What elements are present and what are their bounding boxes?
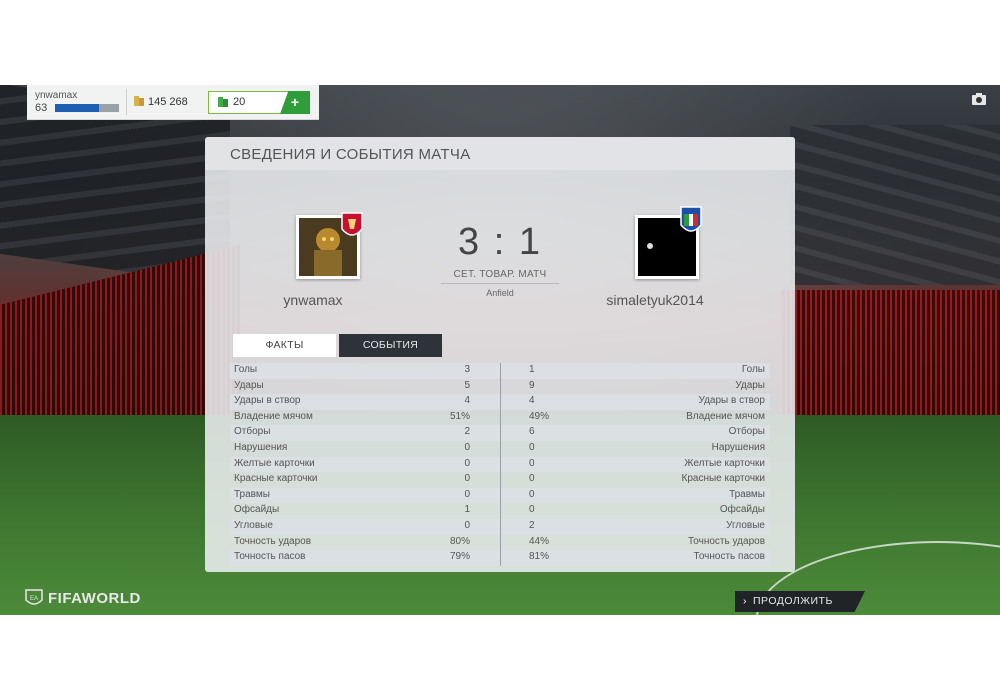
stadium-name: Anfield: [486, 288, 514, 298]
stat-label-home: Голы: [234, 364, 258, 375]
stat-label-home: Нарушения: [234, 441, 288, 453]
stat-value-home: 5: [464, 379, 470, 391]
crowd-right: [780, 290, 1000, 420]
fifa-world-logo: EA FIFAWORLD: [25, 587, 141, 609]
stat-label-away: Точность пасов: [693, 551, 766, 563]
stat-value-home: 0: [464, 473, 470, 485]
stat-value-away: 9: [529, 379, 535, 391]
top-hud: ynwamax 63 145 268 20 +: [27, 85, 319, 120]
match-type: СЕТ. ТОВАР. МАТЧ: [453, 269, 547, 280]
stat-label-away: Отборы: [728, 426, 765, 438]
stat-value-home: 1: [464, 504, 470, 516]
stat-label-home: Отборы: [234, 426, 271, 438]
panel-header: СВЕДЕНИЯ И СОБЫТИЯ МАТЧА: [205, 137, 795, 170]
stat-value-away: 6: [529, 426, 535, 438]
chevron-right-icon: ›: [743, 595, 747, 607]
stat-label-home: Офсайды: [234, 504, 280, 516]
tab-events[interactable]: СОБЫТИЯ: [339, 334, 442, 357]
stat-label-home: Угловые: [234, 519, 273, 531]
away-team-name: simaletyuk2014: [606, 292, 704, 308]
tab-facts[interactable]: ФАКТЫ: [233, 334, 336, 357]
stat-label-away: Офсайды: [719, 504, 765, 516]
stat-label-home: Травмы: [234, 488, 270, 500]
stat-value-away: 0: [529, 441, 535, 453]
ea-shield-icon: EA: [25, 589, 43, 605]
level: 63: [35, 102, 48, 114]
continue-button[interactable]: › ПРОДОЛЖИТЬ: [735, 591, 865, 612]
stat-value-home: 79%: [449, 551, 470, 563]
stat-value-away: 1: [529, 364, 535, 375]
stat-value-away: 0: [529, 504, 535, 516]
xp-bar: [55, 104, 119, 112]
stat-label-away: Травмы: [729, 488, 765, 500]
stat-value-home: 2: [464, 426, 470, 438]
stat-value-home: 3: [464, 364, 470, 375]
stat-label-away: Удары: [735, 379, 765, 391]
stat-value-away: 81%: [529, 551, 550, 563]
stat-label-home: Владение мячом: [234, 410, 313, 422]
stat-value-away: 4: [529, 395, 535, 407]
points-icon: [218, 97, 228, 107]
username: ynwamax: [35, 90, 78, 101]
camera-icon[interactable]: [972, 93, 986, 105]
divider: [126, 89, 127, 115]
stat-value-away: 2: [529, 519, 535, 531]
stat-value-away: 0: [529, 473, 535, 485]
liverpool-crest-icon: [341, 212, 363, 236]
stat-value-home: 0: [464, 488, 470, 500]
svg-text:EA: EA: [30, 596, 38, 602]
stat-label-away: Удары в створ: [698, 395, 766, 407]
stat-value-home: 51%: [449, 410, 470, 422]
stat-value-home: 0: [464, 441, 470, 453]
stat-label-home: Красные карточки: [234, 473, 318, 485]
italy-crest-icon: [680, 206, 702, 232]
panel-title: СВЕДЕНИЯ И СОБЫТИЯ МАТЧА: [230, 146, 471, 163]
stat-value-away: 0: [529, 488, 535, 500]
stat-label-home: Точность ударов: [234, 535, 312, 547]
add-points-button[interactable]: +: [280, 91, 310, 114]
coins-icon: [134, 96, 144, 106]
stat-value-away: 0: [529, 457, 535, 469]
stat-label-home: Удары: [234, 379, 264, 391]
stat-value-home: 0: [464, 457, 470, 469]
match-details-panel: СВЕДЕНИЯ И СОБЫТИЯ МАТЧА ynwamax 3 : 1 С…: [205, 137, 795, 572]
stat-label-away: Желтые карточки: [684, 457, 765, 469]
xp-bar-fill: [55, 104, 99, 112]
stat-value-away: 49%: [529, 410, 550, 422]
stat-label-away: Угловые: [726, 519, 765, 531]
stat-label-home: Удары в створ: [234, 395, 301, 407]
stat-label-home: Желтые карточки: [234, 457, 315, 469]
stat-label-home: Точность пасов: [234, 551, 306, 563]
stat-value-home: 80%: [449, 535, 470, 547]
coins-count: 145 268: [148, 96, 188, 108]
stats-divider: [500, 363, 501, 566]
match-score: 3 : 1: [458, 221, 542, 263]
logo-text: FIFAWORLD: [48, 589, 141, 607]
stat-label-away: Голы: [741, 364, 765, 375]
home-team-name: ynwamax: [283, 292, 343, 308]
stat-value-away: 44%: [529, 535, 550, 547]
stadium-roof-right: [790, 125, 1000, 285]
divider: [441, 283, 559, 284]
stat-label-away: Красные карточки: [681, 473, 765, 485]
stat-label-away: Точность ударов: [687, 535, 765, 547]
stat-value-home: 4: [464, 395, 470, 407]
stat-value-home: 0: [464, 519, 470, 531]
stat-label-away: Владение мячом: [686, 410, 765, 422]
points-count: 20: [233, 96, 246, 108]
stat-label-away: Нарушения: [711, 441, 765, 453]
points-box: 20 +: [208, 91, 310, 114]
continue-label: ПРОДОЛЖИТЬ: [753, 595, 833, 607]
